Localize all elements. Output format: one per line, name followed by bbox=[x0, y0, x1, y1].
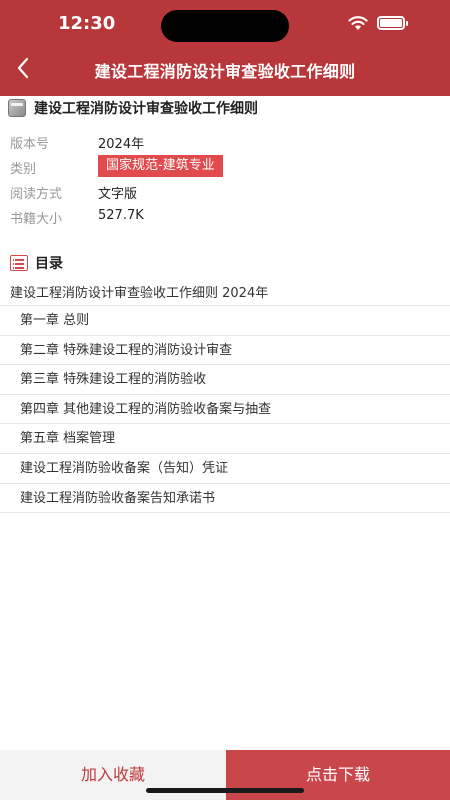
meta-row-version: 版本号 2024年 bbox=[10, 130, 440, 155]
dynamic-island bbox=[161, 10, 289, 42]
toc-item-chapter-1[interactable]: 第一章 总则 bbox=[0, 306, 450, 336]
toc-header: 目录 bbox=[10, 252, 63, 274]
book-icon bbox=[8, 99, 26, 117]
meta-label: 版本号 bbox=[10, 137, 50, 152]
meta-value: 2024年 bbox=[98, 137, 145, 152]
status-bar: 12:30 bbox=[0, 0, 450, 50]
page-title: 建设工程消防设计审查验收工作细则 bbox=[94, 62, 356, 81]
book-header: 建设工程消防设计审查验收工作细则 bbox=[8, 97, 438, 119]
meta-value: 文字版 bbox=[98, 187, 138, 202]
toc-item-certificate[interactable]: 建设工程消防验收备案（告知）凭证 bbox=[0, 454, 450, 484]
toc-item-chapter-2[interactable]: 第二章 特殊建设工程的消防设计审查 bbox=[0, 336, 450, 366]
toc-item-chapter-5[interactable]: 第五章 档案管理 bbox=[0, 424, 450, 454]
meta-label: 类别 bbox=[10, 162, 37, 177]
toc-item-commitment[interactable]: 建设工程消防验收备案告知承诺书 bbox=[0, 484, 450, 514]
meta-row-read-mode: 阅读方式 文字版 bbox=[10, 180, 440, 205]
nav-bar: 建设工程消防设计审查验收工作细则 bbox=[0, 50, 450, 90]
toc-book-title: 建设工程消防设计审查验收工作细则 2024年 bbox=[10, 286, 269, 301]
meta-value: 527.7K bbox=[98, 208, 144, 223]
category-tag: 国家规范-建筑专业 bbox=[98, 155, 223, 177]
book-meta: 版本号 2024年 类别 国家规范-建筑专业 阅读方式 文字版 书籍大小 527… bbox=[10, 130, 440, 230]
toc-list: 第一章 总则 第二章 特殊建设工程的消防设计审查 第三章 特殊建设工程的消防验收… bbox=[0, 305, 450, 514]
battery-icon bbox=[377, 16, 408, 30]
list-icon bbox=[10, 255, 28, 271]
meta-label: 阅读方式 bbox=[10, 187, 63, 202]
toc-item-chapter-4[interactable]: 第四章 其他建设工程的消防验收备案与抽查 bbox=[0, 395, 450, 425]
status-time: 12:30 bbox=[58, 13, 116, 34]
home-indicator[interactable] bbox=[146, 788, 304, 793]
meta-row-size: 书籍大小 527.7K bbox=[10, 205, 440, 230]
toc-item-chapter-3[interactable]: 第三章 特殊建设工程的消防验收 bbox=[0, 365, 450, 395]
meta-row-category: 类别 国家规范-建筑专业 bbox=[10, 155, 440, 180]
header-bar: 12:30 建设工程消防设计审查验收工作细则 bbox=[0, 0, 450, 96]
wifi-icon bbox=[348, 16, 368, 30]
toc-label: 目录 bbox=[35, 256, 63, 272]
meta-label: 书籍大小 bbox=[10, 212, 63, 227]
book-title: 建设工程消防设计审查验收工作细则 bbox=[34, 101, 258, 117]
